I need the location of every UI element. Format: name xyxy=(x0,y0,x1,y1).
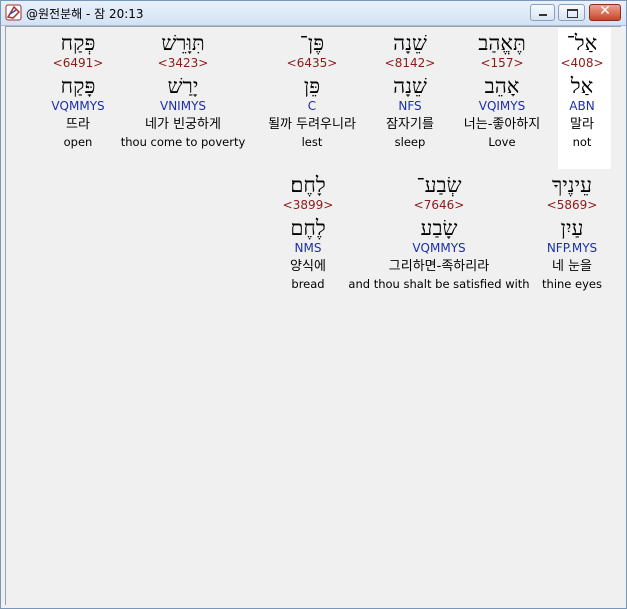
word-block[interactable]: שְׂבַע־ <7646> שָׂבַע VQMMYS 그리하면-족하리라 a… xyxy=(348,172,529,291)
morphology-code: VQMMYS xyxy=(51,99,105,113)
hebrew-word: פְּקַח xyxy=(60,31,96,55)
word-block[interactable]: אַל־ <408> אַל ABN 말라 not xyxy=(560,30,603,149)
english-gloss: not xyxy=(572,135,592,149)
english-gloss: lest xyxy=(301,135,323,149)
english-gloss: thou come to poverty xyxy=(120,135,246,149)
korean-gloss: 될까 두려우니라 xyxy=(268,117,356,132)
english-gloss: open xyxy=(63,135,93,149)
word-block[interactable]: שֵׁנָה <8142> שֵׁנָה NFS 잠자기를 sleep xyxy=(385,30,436,149)
english-gloss: Love xyxy=(488,135,516,149)
morphology-code: VQMMYS xyxy=(412,241,466,255)
lemma-word: אַל xyxy=(570,74,594,98)
hebrew-word: תִּוָּרֵשׁ xyxy=(161,31,205,55)
strong-number-link[interactable]: <3423> xyxy=(121,56,246,74)
window-title: @원전분해 - 잠 20:13 xyxy=(26,7,144,21)
strong-number-link[interactable]: <3899> xyxy=(283,198,334,216)
word-block[interactable]: תִּוָּרֵשׁ <3423> יָרַשׁ VNIMYS 네가 빈궁하게 … xyxy=(121,30,246,149)
strong-number-link[interactable]: <408> xyxy=(560,56,603,74)
strong-number-link[interactable]: <6491> xyxy=(51,56,104,74)
english-gloss: bread xyxy=(291,277,325,291)
lemma-word: יָרַשׁ xyxy=(167,74,199,98)
word-block[interactable]: פֶּן־ <6435> פֵּן C 될까 두려우니라 lest xyxy=(268,30,356,149)
korean-gloss: 그리하면-족하리라 xyxy=(388,259,490,274)
korean-gloss: 잠자기를 xyxy=(386,117,434,132)
morphology-code: NFS xyxy=(398,99,422,113)
morphology-code: VNIMYS xyxy=(159,99,207,113)
hebrew-word: שֵׁנָה xyxy=(393,31,427,55)
lemma-word: עַיִן xyxy=(560,216,584,240)
minimize-button[interactable] xyxy=(530,4,555,21)
korean-gloss: 양식에 xyxy=(290,259,326,274)
korean-gloss: 말라 xyxy=(570,117,594,132)
lemma-word: לֶחֶם xyxy=(290,216,326,240)
interlinear-panel[interactable]: אַל־ <408> אַל ABN 말라 not תֶּאֱהַב <157>… xyxy=(5,26,621,605)
english-gloss: thine eyes xyxy=(542,277,602,291)
strong-number-link[interactable]: <157> xyxy=(464,56,540,74)
lemma-word: אָהֵב xyxy=(484,74,520,98)
korean-gloss: 뜨라 xyxy=(66,117,90,132)
english-gloss: sleep xyxy=(394,135,426,149)
strong-number-link[interactable]: <6435> xyxy=(268,56,356,74)
word-block[interactable]: לָחֶם׃ <3899> לֶחֶם NMS 양식에 bread xyxy=(283,172,334,291)
morphology-code: ABN xyxy=(569,99,595,113)
maximize-button[interactable] xyxy=(558,4,585,21)
strong-number-link[interactable]: <7646> xyxy=(348,198,529,216)
app-logo-icon xyxy=(5,4,22,21)
morphology-code: NMS xyxy=(294,241,322,255)
lemma-word: שָׂבַע xyxy=(420,216,458,240)
lemma-word: פָּקַח xyxy=(60,74,96,98)
title-bar[interactable]: @원전분해 - 잠 20:13 ✕ xyxy=(1,1,626,26)
hebrew-word: שְׂבַע־ xyxy=(416,173,462,197)
close-button[interactable]: ✕ xyxy=(589,3,621,21)
hebrew-word: פֶּן־ xyxy=(299,31,325,55)
word-block[interactable]: עֵינֶיךָ <5869> עַיִן NFP.MYS 네 눈을 thine… xyxy=(542,172,602,291)
strong-number-link[interactable]: <5869> xyxy=(542,198,602,216)
hebrew-word: אַל־ xyxy=(566,31,598,55)
lemma-word: פֵּן xyxy=(303,74,321,98)
korean-gloss: 너는-좋아하지 xyxy=(463,117,541,132)
word-block[interactable]: פְּקַח <6491> פָּקַח VQMMYS 뜨라 open xyxy=(51,30,104,149)
hebrew-word: לָחֶם׃ xyxy=(290,173,326,197)
app-window: @원전분해 - 잠 20:13 ✕ אַל־ <408> אַל ABN 말라 … xyxy=(0,0,627,609)
english-gloss: and thou shalt be satisfied with xyxy=(348,277,530,291)
korean-gloss: 네 눈을 xyxy=(551,259,592,274)
strong-number-link[interactable]: <8142> xyxy=(385,56,436,74)
hebrew-word: תֶּאֱהַב xyxy=(478,31,526,55)
morphology-code: C xyxy=(307,99,317,113)
close-icon: ✕ xyxy=(599,3,611,19)
lemma-word: שֵׁנָה xyxy=(393,74,427,98)
hebrew-word: עֵינֶיךָ xyxy=(551,173,593,197)
word-block[interactable]: תֶּאֱהַב <157> אָהֵב VQIMYS 너는-좋아하지 Love xyxy=(464,30,540,149)
korean-gloss: 네가 빈궁하게 xyxy=(145,117,221,132)
morphology-code: VQIMYS xyxy=(478,99,526,113)
morphology-code: NFP.MYS xyxy=(546,241,598,255)
